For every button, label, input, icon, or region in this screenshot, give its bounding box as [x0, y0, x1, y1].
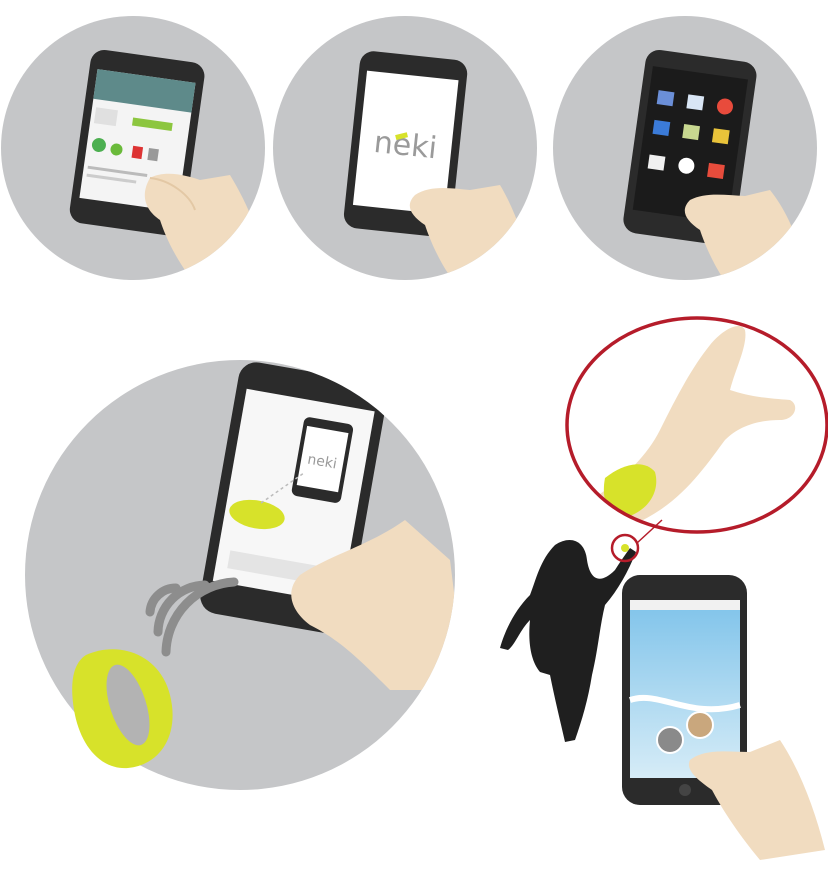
step-2-launch-panel: neki — [273, 16, 537, 280]
step-4-pairing-panel: neki — [25, 360, 455, 790]
illustration: neki neki — [0, 0, 828, 872]
neki-logo: neki — [372, 125, 438, 166]
wrist-zoom-panel — [565, 316, 828, 534]
child-silhouette — [500, 540, 636, 742]
step-1-download-panel — [1, 16, 265, 280]
neki-how-it-works-illustration: neki neki — [1, 16, 828, 860]
tracking-panel — [500, 519, 825, 860]
step-3-app-grid-panel — [553, 16, 817, 280]
